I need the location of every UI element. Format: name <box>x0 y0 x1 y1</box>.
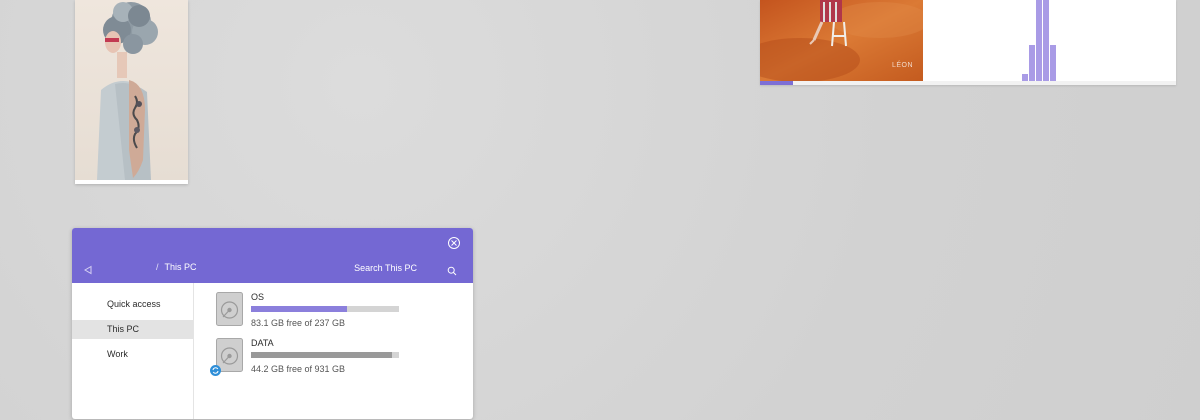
visualizer-bar <box>1022 74 1028 81</box>
file-explorer-window: / This PC Quick access This PC Work OS <box>72 228 473 419</box>
playback-progress-bar[interactable] <box>760 81 1176 85</box>
sync-icon <box>210 363 221 376</box>
explorer-header: / This PC <box>72 228 473 283</box>
visualizer-bar <box>1036 0 1042 81</box>
drive-free-space: 83.1 GB free of 237 GB <box>251 318 346 328</box>
drive-name: DATA <box>251 338 274 348</box>
drive-usage-fill <box>251 306 348 312</box>
drive-free-space: 44.2 GB free of 931 GB <box>251 364 346 374</box>
close-button[interactable] <box>448 237 460 249</box>
nav-item-this-pc[interactable]: This PC <box>72 320 193 339</box>
visualizer-bar <box>1029 45 1035 81</box>
hard-drive-icon <box>216 292 243 326</box>
drive-usage-fill <box>251 352 392 358</box>
close-icon <box>451 240 457 246</box>
playback-progress-fill <box>760 81 794 85</box>
visualizer-bar <box>1043 0 1049 81</box>
nav-item-work[interactable]: Work <box>72 345 193 364</box>
search-button[interactable] <box>447 263 457 276</box>
album-label: LÉON <box>892 62 914 69</box>
back-arrow-icon <box>84 265 92 275</box>
search-icon <box>447 266 457 276</box>
drive-usage-bar <box>251 306 399 312</box>
breadcrumb-separator: / <box>156 262 159 272</box>
portrait-photo-card[interactable] <box>75 0 188 184</box>
music-player-tile[interactable]: LÉON <box>760 0 1176 85</box>
portrait-photo <box>75 0 188 184</box>
audio-visualizer <box>1022 0 1082 81</box>
back-button[interactable] <box>83 262 93 275</box>
navigation-pane: Quick access This PC Work <box>72 283 194 419</box>
drive-os[interactable]: OS 83.1 GB free of 237 GB <box>216 292 416 332</box>
drive-data[interactable]: DATA 44.2 GB free of 931 GB <box>210 338 416 378</box>
nav-item-quick-access[interactable]: Quick access <box>72 295 193 314</box>
visualizer-bar <box>1050 45 1056 81</box>
breadcrumb-current[interactable]: This PC <box>165 262 197 272</box>
breadcrumb: / This PC <box>156 262 197 272</box>
drive-name: OS <box>251 292 265 302</box>
search-input[interactable] <box>312 262 417 274</box>
drive-usage-bar <box>251 352 399 358</box>
